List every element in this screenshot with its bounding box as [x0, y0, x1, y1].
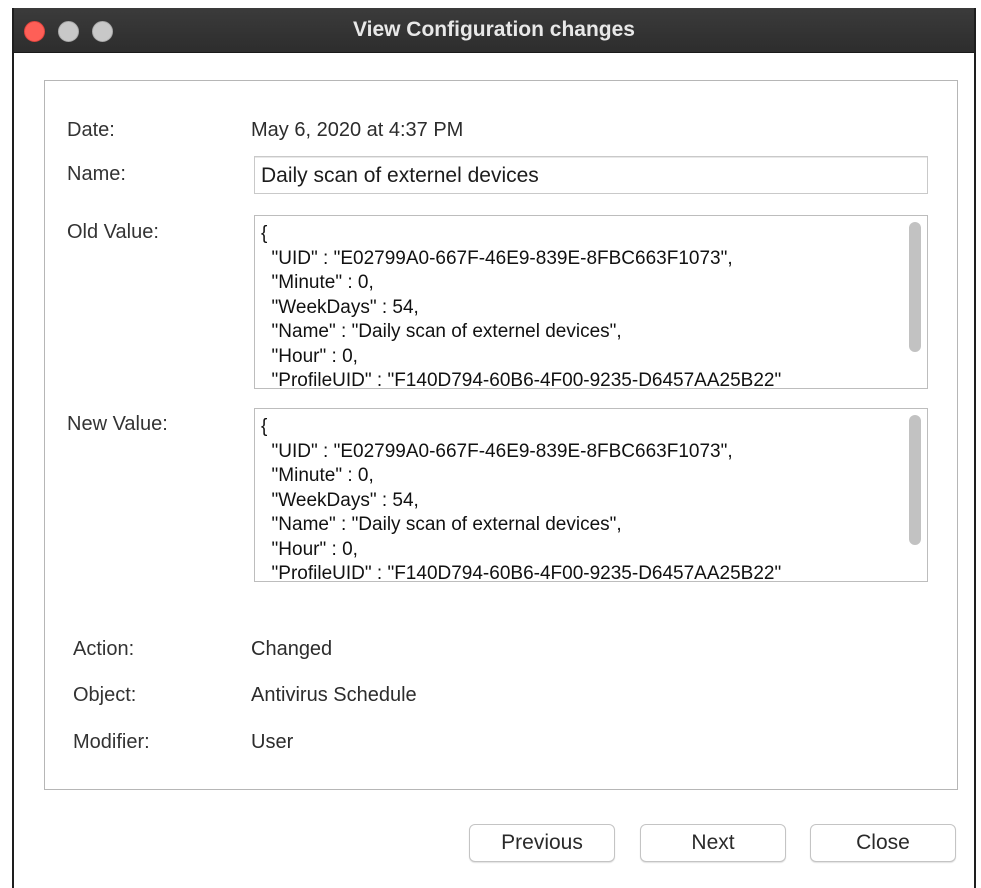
new-value-textarea[interactable]: { "UID" : "E02799A0-667F-46E9-839E-8FBC6…	[254, 408, 928, 582]
close-button[interactable]: Close	[810, 824, 956, 862]
name-label: Name:	[67, 163, 126, 185]
new-value-text: { "UID" : "E02799A0-667F-46E9-839E-8FBC6…	[261, 416, 782, 582]
details-panel: Date: May 6, 2020 at 4:37 PM Name: Daily…	[44, 80, 958, 790]
new-value-scrollbar[interactable]	[909, 415, 921, 545]
modifier-value: User	[251, 731, 294, 753]
date-value: May 6, 2020 at 4:37 PM	[251, 119, 464, 141]
previous-button[interactable]: Previous	[469, 824, 615, 862]
dialog-window: View Configuration changes Date: May 6, …	[12, 8, 976, 888]
old-value-textarea[interactable]: { "UID" : "E02799A0-667F-46E9-839E-8FBC6…	[254, 215, 928, 389]
old-value-text: { "UID" : "E02799A0-667F-46E9-839E-8FBC6…	[261, 223, 782, 389]
old-value-label: Old Value:	[67, 221, 159, 243]
name-field[interactable]: Daily scan of externel devices	[254, 156, 928, 194]
modifier-label: Modifier:	[73, 731, 150, 753]
object-value: Antivirus Schedule	[251, 684, 417, 706]
title-bar: View Configuration changes	[14, 8, 974, 53]
next-button[interactable]: Next	[640, 824, 786, 862]
date-label: Date:	[67, 119, 115, 141]
object-label: Object:	[73, 684, 137, 706]
new-value-label: New Value:	[67, 413, 168, 435]
action-value: Changed	[251, 638, 333, 660]
window-title: View Configuration changes	[353, 18, 635, 41]
action-label: Action:	[73, 638, 135, 660]
old-value-scrollbar[interactable]	[909, 222, 921, 352]
